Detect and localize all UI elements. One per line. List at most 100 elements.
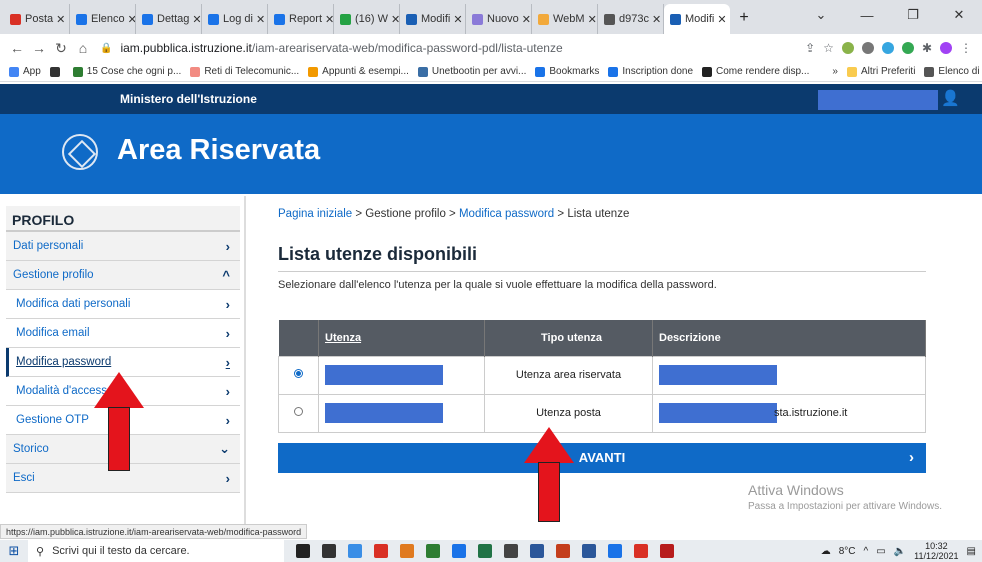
bookmark-item[interactable]: Altri Preferiti	[846, 66, 915, 77]
browser-tab[interactable]: Modifi ✕	[664, 4, 730, 34]
taskbar-app-icon[interactable]	[556, 544, 570, 558]
taskbar-app-icon[interactable]	[322, 544, 336, 558]
ministry-title[interactable]: Ministero dell'Istruzione	[120, 92, 257, 106]
bookmark-label: Come rendere disp...	[716, 66, 810, 77]
breadcrumb: Pagina iniziale > Gestione profilo > Mod…	[278, 208, 629, 220]
browser-tab[interactable]: Log di ✕	[202, 4, 268, 34]
sidebar-item-modifica-email[interactable]: Modifica email ›	[6, 319, 240, 348]
bookmark-item[interactable]	[49, 66, 64, 77]
taskbar-search[interactable]: ⚲ Scrivi qui il testo da cercare.	[28, 540, 284, 562]
tab-close-icon[interactable]: ✕	[585, 13, 597, 26]
taskbar-app-icon[interactable]	[660, 544, 674, 558]
table-row[interactable]: Utenza posta sta.istruzione.it	[278, 393, 926, 433]
browser-tab[interactable]: Posta ✕	[4, 4, 70, 34]
windows-start-icon[interactable]: ⊞	[0, 543, 28, 559]
taskbar-app-icon[interactable]	[426, 544, 440, 558]
tab-close-icon[interactable]: ✕	[450, 13, 462, 26]
temperature[interactable]: 8°C	[839, 546, 856, 557]
lock-icon[interactable]: 🔒	[100, 43, 112, 54]
menu-icon[interactable]: ⋮	[960, 41, 972, 55]
weather-icon[interactable]: ☁	[821, 546, 831, 557]
browser-tab[interactable]: (16) W ✕	[334, 4, 400, 34]
browser-tab[interactable]: Elenco ✕	[70, 4, 136, 34]
taskbar-app-icon[interactable]	[374, 544, 388, 558]
browser-tab[interactable]: WebM ✕	[532, 4, 598, 34]
taskbar-app-icon[interactable]	[582, 544, 596, 558]
profile-avatar[interactable]	[940, 42, 952, 54]
bookmark-item[interactable]: Elenco di lettura	[924, 66, 982, 77]
minimize-button[interactable]: —	[844, 8, 890, 23]
browser-tab[interactable]: Modifi ✕	[400, 4, 466, 34]
restore-button[interactable]: ❐	[890, 7, 936, 23]
volume-icon[interactable]: 🔈	[894, 546, 906, 557]
breadcrumb-home[interactable]: Pagina iniziale	[278, 208, 352, 220]
tab-close-icon[interactable]: ✕	[322, 13, 333, 26]
tab-close-icon[interactable]: ✕	[253, 13, 265, 26]
browser-tab[interactable]: d973c ✕	[598, 4, 664, 34]
close-button[interactable]: ✕	[936, 7, 982, 23]
tab-close-icon[interactable]: ✕	[519, 13, 531, 26]
account-radio[interactable]	[294, 369, 303, 378]
taskbar-app-icon[interactable]	[452, 544, 466, 558]
sidebar-item-gestione-profilo[interactable]: Gestione profilo ^	[6, 261, 240, 290]
share-icon[interactable]: ⇪	[805, 41, 815, 55]
minimize-list-icon[interactable]: ⌄	[798, 7, 844, 23]
extension-icon[interactable]	[841, 42, 854, 54]
bookmark-item[interactable]: Bookmarks	[535, 66, 599, 77]
taskbar-app-icon[interactable]	[296, 544, 310, 558]
breadcrumb-modifica-password[interactable]: Modifica password	[459, 208, 554, 220]
bookmark-item[interactable]: Reti di Telecomunic...	[190, 66, 299, 77]
tab-close-icon[interactable]: ✕	[125, 13, 135, 26]
taskbar-app-icon[interactable]	[348, 544, 362, 558]
clock[interactable]: 10:32 11/12/2021	[914, 541, 958, 561]
tab-close-icon[interactable]: ✕	[649, 13, 661, 26]
breadcrumb-gestione-profilo[interactable]: Gestione profilo	[365, 208, 446, 220]
reload-icon[interactable]: ↻	[50, 40, 72, 57]
bookmark-item[interactable]: 15 Cose che ogni p...	[72, 66, 181, 77]
taskbar-app-icon[interactable]	[478, 544, 492, 558]
taskbar-app-icon[interactable]	[400, 544, 414, 558]
back-icon[interactable]: ←	[6, 40, 28, 56]
tab-close-icon[interactable]: ✕	[388, 13, 399, 26]
puzzle-icon[interactable]: ✱	[922, 41, 932, 55]
bookmark-item[interactable]: App	[9, 66, 41, 77]
user-icon[interactable]: 👤	[941, 89, 960, 107]
forward-icon[interactable]: →	[28, 40, 50, 56]
tray-chevron-icon[interactable]: ^	[864, 546, 869, 557]
avanti-button[interactable]: AVANTI ›	[278, 443, 926, 473]
area-title[interactable]: Area Riservata	[117, 134, 320, 167]
taskbar-app-icon[interactable]	[634, 544, 648, 558]
url-field[interactable]: iam.pubblica.istruzione.it/iam-areariser…	[120, 41, 562, 55]
sidebar-item-dati-personali[interactable]: Dati personali ›	[6, 232, 240, 261]
extension-icon[interactable]	[881, 42, 894, 54]
bookmark-item[interactable]: Inscription done	[608, 66, 693, 77]
column-header-utenza[interactable]: Utenza	[318, 320, 485, 356]
account-radio[interactable]	[294, 407, 303, 416]
extension-icon[interactable]	[861, 42, 874, 54]
table-row[interactable]: Utenza area riservata	[278, 355, 926, 395]
chevron-icon: ^	[222, 267, 230, 283]
tab-close-icon[interactable]: ✕	[714, 13, 726, 26]
bookmark-item[interactable]: Unetbootin per avvi...	[417, 66, 526, 77]
tab-favicon-icon	[670, 13, 681, 25]
taskbar-app-icon[interactable]	[530, 544, 544, 558]
chevron-icon: ⌄	[219, 441, 230, 456]
taskbar-app-icon[interactable]	[608, 544, 622, 558]
bookmark-item[interactable]: Appunti & esempi...	[308, 66, 409, 77]
sidebar-item-modifica-dati-personali[interactable]: Modifica dati personali ›	[6, 290, 240, 319]
bookmark-icon	[846, 66, 857, 77]
browser-tab[interactable]: Report ✕	[268, 4, 334, 34]
bookmark-item[interactable]: »	[818, 66, 838, 77]
browser-tab[interactable]: Dettag ✕	[136, 4, 202, 34]
new-tab-button[interactable]: +	[730, 4, 758, 34]
tab-close-icon[interactable]: ✕	[53, 13, 65, 26]
home-icon[interactable]: ⌂	[72, 40, 94, 56]
notifications-icon[interactable]: ▤	[967, 546, 976, 557]
star-icon[interactable]: ☆	[823, 41, 834, 55]
taskbar-app-icon[interactable]	[504, 544, 518, 558]
network-icon[interactable]: ▭	[876, 546, 885, 557]
browser-tab[interactable]: Nuovo ✕	[466, 4, 532, 34]
check-extension-icon[interactable]	[901, 42, 914, 54]
tab-close-icon[interactable]: ✕	[189, 13, 201, 26]
bookmark-item[interactable]: Come rendere disp...	[702, 66, 809, 77]
